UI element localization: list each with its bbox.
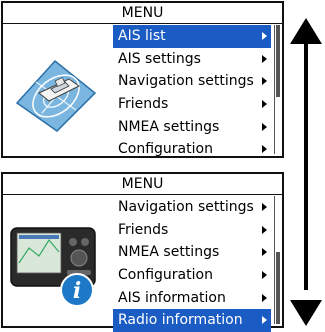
scroll-direction-arrow-icon [290,18,322,326]
